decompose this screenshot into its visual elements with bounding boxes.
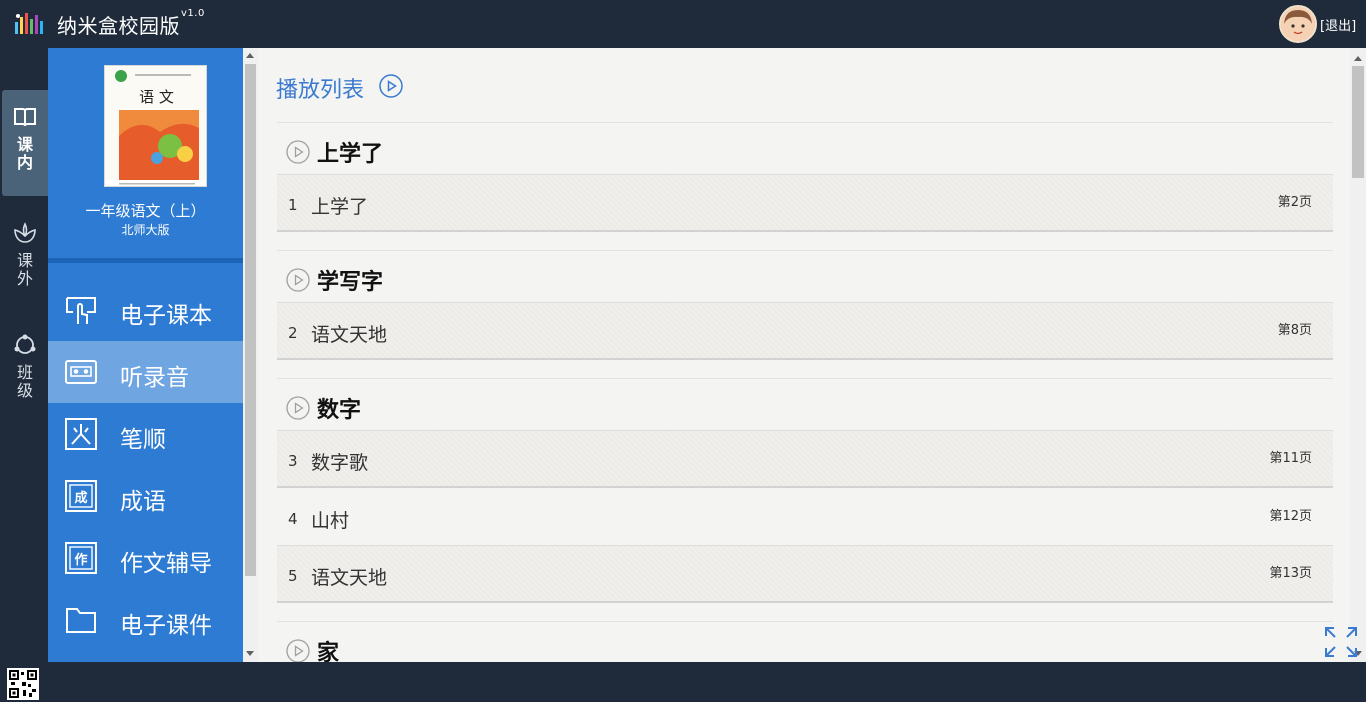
scrollbar-thumb[interactable] <box>1352 66 1364 178</box>
feature-menu: 电子课本 听录音 笔顺 成 成语 作 作文辅导 电子课件 <box>48 279 243 651</box>
section-header[interactable]: 学写字 <box>286 264 384 295</box>
play-circle-icon <box>286 396 310 420</box>
stroke-order-icon <box>65 418 97 450</box>
main-content: 播放列表 上学了 1 上学了 第2页 学写字 2 语文天地 第8页 数字 3 数… <box>258 48 1350 662</box>
section-title: 学写字 <box>317 270 384 295</box>
book-cover-image <box>105 66 206 186</box>
track-row[interactable]: 2 语文天地 第8页 <box>277 302 1333 360</box>
app-version: v1.0 <box>181 8 205 19</box>
section-header[interactable]: 上学了 <box>286 136 384 167</box>
menu-item-idiom[interactable]: 成 成语 <box>48 465 243 527</box>
track-number: 4 <box>288 510 298 528</box>
section-title: 上学了 <box>317 142 384 167</box>
menu-item-stroke[interactable]: 笔顺 <box>48 403 243 465</box>
circle-group-icon <box>14 334 36 354</box>
svg-text:作: 作 <box>74 552 87 568</box>
scroll-up-arrow-icon[interactable] <box>246 53 254 58</box>
app-title: 纳米盒校园版v1.0 <box>57 8 205 38</box>
menu-item-label: 电子课件 <box>120 613 212 639</box>
track-row[interactable]: 3 数字歌 第11页 <box>277 430 1333 488</box>
track-title: 上学了 <box>311 196 369 218</box>
scroll-up-arrow-icon[interactable] <box>1354 56 1362 61</box>
track-row[interactable]: 5 语文天地 第13页 <box>277 545 1333 603</box>
track-title: 山村 <box>311 510 350 532</box>
menu-item-label: 成语 <box>120 489 166 515</box>
nav-kenei[interactable]: 课内 <box>2 90 48 196</box>
menu-item-essay[interactable]: 作 作文辅导 <box>48 527 243 589</box>
lotus-icon <box>14 222 36 243</box>
section-header[interactable]: 数字 <box>286 392 362 423</box>
track-row[interactable]: 1 上学了 第2页 <box>277 174 1333 232</box>
hand-book-icon <box>66 297 96 324</box>
menu-item-label: 电子课本 <box>120 303 212 329</box>
content-scrollbar[interactable] <box>1350 48 1366 662</box>
nav-label: 课外 <box>16 251 33 288</box>
track-page: 第8页 <box>1277 323 1312 338</box>
book-info: 语 文 一年级语文（上） 北师大版 <box>48 48 243 263</box>
book-cover[interactable]: 语 文 <box>104 65 207 187</box>
menu-item-label: 听录音 <box>120 365 189 391</box>
nav-banji[interactable]: 班级 <box>2 318 48 424</box>
play-circle-icon <box>286 639 310 662</box>
nav-label: 班级 <box>16 363 33 400</box>
track-title: 语文天地 <box>311 324 388 346</box>
play-all-icon[interactable] <box>379 74 403 98</box>
track-number: 5 <box>288 567 298 585</box>
logout-link[interactable]: [退出] <box>1320 15 1356 34</box>
sidebar: 语 文 一年级语文（上） 北师大版 电子课本 听录音 笔顺 成 成语 作 作文辅… <box>48 48 243 662</box>
avatar[interactable] <box>1279 5 1317 43</box>
playlist-section: 家 <box>277 621 1333 662</box>
qr-code-icon <box>9 670 37 698</box>
menu-item-audio[interactable]: 听录音 <box>48 341 243 403</box>
nav-label: 课内 <box>16 135 33 172</box>
playlist-section: 上学了 1 上学了 第2页 <box>277 122 1333 240</box>
menu-item-courseware[interactable]: 电子课件 <box>48 589 243 651</box>
track-page: 第11页 <box>1269 451 1312 466</box>
track-page: 第12页 <box>1269 509 1312 524</box>
play-circle-icon <box>286 140 310 164</box>
sidebar-scrollbar[interactable] <box>243 48 258 662</box>
qr-code[interactable] <box>7 668 39 700</box>
play-circle-icon <box>286 268 310 292</box>
track-title: 数字歌 <box>311 452 369 474</box>
track-number: 1 <box>288 196 298 214</box>
section-header[interactable]: 家 <box>286 635 339 662</box>
menu-item-label: 作文辅导 <box>120 551 212 577</box>
nav-kewai[interactable]: 课外 <box>2 206 48 312</box>
book-name: 一年级语文（上） <box>85 202 206 220</box>
svg-text:成: 成 <box>74 490 87 506</box>
track-number: 2 <box>288 324 298 342</box>
section-title: 数字 <box>317 398 362 423</box>
menu-item-textbook[interactable]: 电子课本 <box>48 279 243 341</box>
essay-icon: 作 <box>65 542 97 574</box>
section-title: 家 <box>317 641 340 662</box>
logo-icon <box>15 13 43 34</box>
left-nav: 课内 课外 班级 <box>0 48 48 700</box>
playlist-title: 播放列表 <box>276 78 365 103</box>
scrollbar-thumb[interactable] <box>245 64 256 576</box>
book-icon <box>14 108 36 127</box>
top-bar: 纳米盒校园版v1.0 [退出] <box>0 0 1366 48</box>
user-avatar-icon <box>1281 7 1315 41</box>
track-number: 3 <box>288 452 298 470</box>
track-page: 第13页 <box>1269 566 1312 581</box>
idiom-icon: 成 <box>65 480 97 512</box>
book-cover-title: 语 文 <box>139 88 174 106</box>
menu-item-label: 笔顺 <box>120 427 166 453</box>
playlist-section: 学写字 2 语文天地 第8页 <box>277 250 1333 368</box>
track-row[interactable]: 4 山村 第12页 <box>277 489 1333 547</box>
playlist-section: 数字 3 数字歌 第11页 4 山村 第12页 5 语文天地 第13页 <box>277 378 1333 610</box>
fullscreen-icon[interactable] <box>1324 626 1358 658</box>
scroll-down-arrow-icon[interactable] <box>246 651 254 656</box>
track-title: 语文天地 <box>311 567 388 589</box>
track-page: 第2页 <box>1277 195 1312 210</box>
cassette-icon <box>65 360 97 384</box>
book-edition: 北师大版 <box>121 223 170 237</box>
folder-icon <box>66 608 96 633</box>
